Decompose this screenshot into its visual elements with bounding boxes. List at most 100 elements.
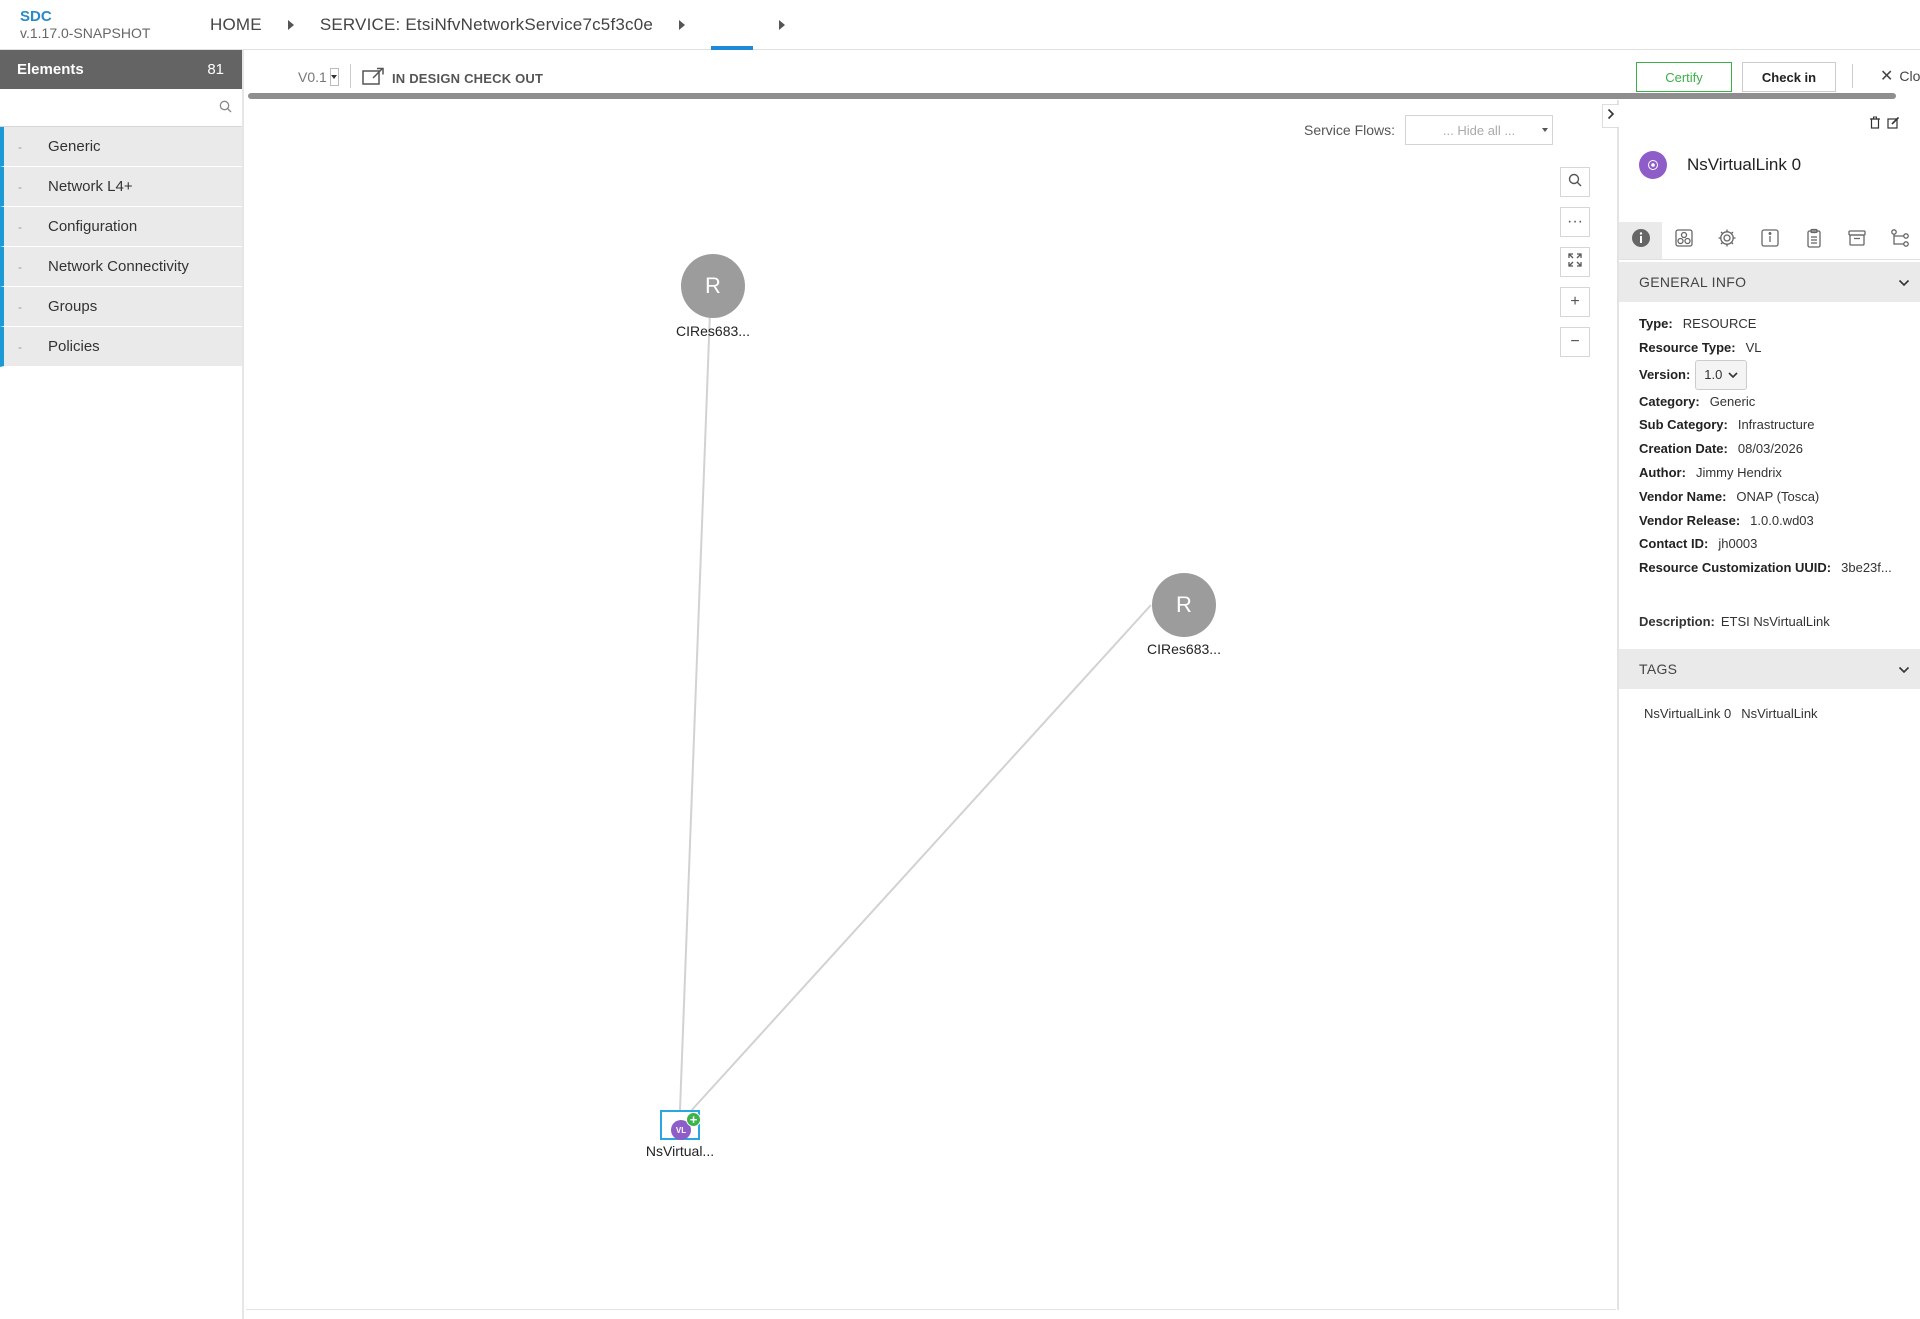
add-relation-icon[interactable]: +: [686, 1112, 701, 1127]
elements-header: Elements 81: [0, 50, 242, 89]
plus-icon: +: [1570, 293, 1580, 310]
certify-button[interactable]: Certify: [1636, 62, 1732, 92]
field-label: Sub Category:: [1639, 417, 1728, 433]
info-row-type: Type: RESOURCE: [1639, 312, 1919, 336]
canvas-search-button[interactable]: [1560, 167, 1590, 197]
field-value: VL: [1745, 339, 1762, 355]
field-value: ONAP (Tosca): [1736, 488, 1820, 504]
relation-line: [679, 284, 712, 1111]
palette-category-label: Policies: [48, 338, 100, 355]
edit-icon[interactable]: [1887, 116, 1900, 134]
breadcrumb-chevron-icon[interactable]: [679, 20, 686, 30]
breadcrumb-home[interactable]: HOME: [210, 15, 262, 35]
general-info-heading: GENERAL INFO: [1639, 274, 1747, 290]
service-flows-select[interactable]: ... Hide all ...: [1405, 115, 1554, 145]
info-row-vendor-release: Vendor Release: 1.0.0.wd03: [1639, 509, 1919, 533]
field-label: Resource Customization UUID:: [1639, 560, 1832, 576]
checkin-button[interactable]: Check in: [1742, 62, 1836, 92]
info-row-customization-uuid: Resource Customization UUID: 3be23f...: [1639, 556, 1919, 580]
breadcrumb-current-tab[interactable]: [711, 0, 754, 50]
fit-screen-icon: [1568, 252, 1582, 272]
field-value: Infrastructure: [1737, 417, 1815, 433]
field-value: 08/03/2026: [1737, 441, 1803, 457]
caret-down-icon[interactable]: [329, 68, 339, 86]
tags-list: NsVirtualLink 0 NsVirtualLink: [1644, 706, 1818, 721]
workspace-toolbar: V0.1 IN DESIGN CHECK OUT Certify Check i…: [246, 58, 1920, 98]
toolbar-divider: [350, 64, 351, 88]
minus-icon: −: [1570, 333, 1580, 350]
collapse-panel-button[interactable]: [1602, 104, 1619, 128]
palette-category-network-l4[interactable]: - Network L4+: [0, 167, 242, 207]
field-label: Vendor Release:: [1639, 512, 1741, 528]
gear-icon: [1717, 228, 1737, 253]
field-value: Jimmy Hendrix: [1695, 464, 1782, 480]
palette-search-input[interactable]: [0, 89, 242, 126]
info-box-icon: [1760, 228, 1780, 253]
tags-heading: TAGS: [1639, 661, 1678, 677]
close-button[interactable]: ✕ Clo: [1880, 66, 1920, 86]
info-row-vendor-name: Vendor Name: ONAP (Tosca): [1639, 485, 1919, 509]
elements-count: 81: [207, 61, 224, 78]
service-flows: Service Flows: ... Hide all ...: [1304, 115, 1554, 145]
tab-deployment-artifacts[interactable]: [1662, 222, 1705, 259]
palette-category-groups[interactable]: - Groups: [0, 287, 242, 327]
palette-search: [0, 89, 242, 127]
tab-api-artifacts[interactable]: [1835, 222, 1878, 259]
resource-node[interactable]: R: [1152, 573, 1216, 637]
composition-canvas[interactable]: Service Flows: ... Hide all ... ··· + − …: [246, 100, 1616, 1310]
lifecycle-status: IN DESIGN CHECK OUT: [362, 67, 543, 90]
tab-information[interactable]: [1749, 222, 1792, 259]
resource-node[interactable]: R: [681, 254, 745, 318]
tags-section-header[interactable]: TAGS: [1619, 649, 1920, 689]
tab-relations[interactable]: [1879, 222, 1920, 259]
service-flows-value: ... Hide all ...: [1442, 122, 1516, 138]
breadcrumb-chevron-icon[interactable]: [287, 20, 294, 30]
palette-category-network-connectivity[interactable]: - Network Connectivity: [0, 247, 242, 287]
palette-category-label: Groups: [48, 298, 98, 315]
vl-node-selected[interactable]: VL +: [660, 1110, 701, 1140]
search-icon: [1568, 173, 1582, 192]
panel-actions: [1869, 116, 1900, 134]
toolbar-divider: [1852, 64, 1853, 88]
tab-general-info[interactable]: [1619, 222, 1663, 259]
field-label: Author:: [1639, 464, 1686, 480]
tab-properties[interactable]: [1706, 222, 1749, 259]
resource-node-label: CIRes683...: [676, 323, 750, 339]
zoom-out-button[interactable]: −: [1560, 327, 1590, 357]
palette-category-label: Configuration: [48, 218, 138, 235]
app-logo[interactable]: SDC v.1.17.0-SNAPSHOT: [20, 9, 150, 42]
info-circle-icon: [1631, 228, 1651, 253]
resource-node-label: CIRes683...: [1147, 641, 1221, 657]
tag-item: NsVirtualLink 0: [1644, 706, 1732, 721]
collapse-dash-icon: -: [18, 259, 22, 274]
service-flows-label: Service Flows:: [1304, 122, 1396, 138]
palette-category-generic[interactable]: - Generic: [0, 127, 242, 167]
palette-category-configuration[interactable]: - Configuration: [0, 207, 242, 247]
breadcrumb-chevron-icon[interactable]: [779, 20, 786, 30]
field-label: Category:: [1639, 393, 1700, 409]
caret-down-icon: [1542, 128, 1549, 132]
collapse-dash-icon: -: [18, 219, 22, 234]
relation-line: [689, 604, 1152, 1113]
info-row-resource-type: Resource Type: VL: [1639, 336, 1919, 360]
field-value: 3be23f...: [1841, 560, 1892, 576]
canvas-more-button[interactable]: ···: [1560, 207, 1590, 237]
tab-requirements[interactable]: [1792, 222, 1835, 259]
fit-to-screen-button[interactable]: [1560, 247, 1590, 277]
general-info-section-header[interactable]: GENERAL INFO: [1619, 262, 1920, 302]
collapse-dash-icon: -: [18, 339, 22, 354]
horizontal-scrollbar[interactable]: [248, 93, 1896, 99]
collapse-dash-icon: -: [18, 299, 22, 314]
breadcrumb-service[interactable]: SERVICE: EtsiNfvNetworkService7c5f3c0e: [320, 15, 653, 35]
version-dropdown[interactable]: 1.0: [1695, 360, 1748, 391]
archive-icon: [1847, 228, 1867, 253]
palette-category-policies[interactable]: - Policies: [0, 327, 242, 367]
field-label: Description:: [1639, 614, 1715, 629]
zoom-in-button[interactable]: +: [1560, 287, 1590, 317]
search-icon[interactable]: [219, 100, 232, 118]
vl-component-icon: [1639, 151, 1667, 179]
delete-icon[interactable]: [1869, 116, 1881, 134]
version-select[interactable]: V0.1: [298, 68, 339, 86]
close-icon: ✕: [1880, 68, 1894, 85]
component-header: NsVirtualLink 0: [1639, 151, 1801, 179]
